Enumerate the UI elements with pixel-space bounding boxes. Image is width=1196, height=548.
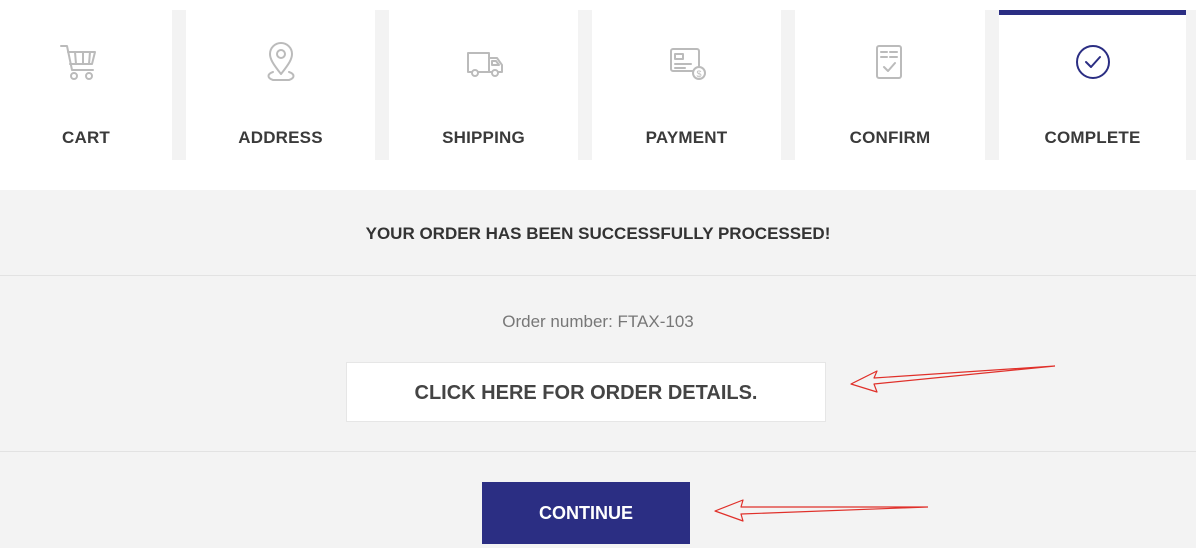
arrow-to-details (850, 365, 1056, 393)
annotation-arrows (714, 365, 1056, 522)
arrow-to-continue (714, 499, 929, 522)
